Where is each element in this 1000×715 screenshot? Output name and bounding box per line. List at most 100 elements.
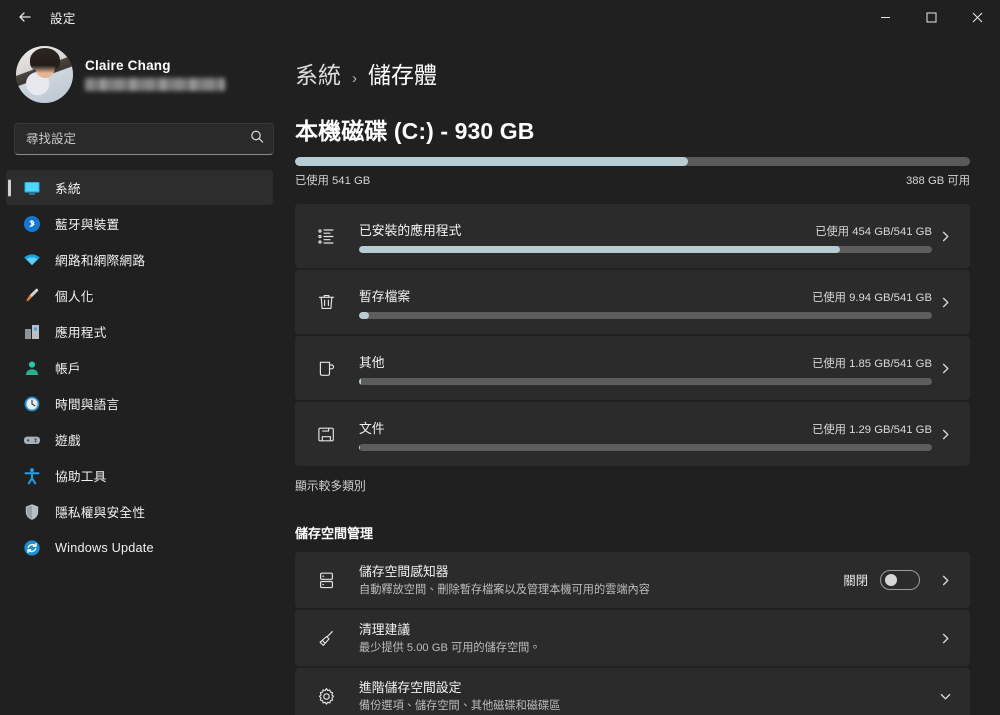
minimize-button[interactable] (862, 0, 908, 34)
sidebar-item-label: 應用程式 (55, 326, 107, 340)
storage-category-bar (359, 443, 932, 451)
monitor-icon (22, 178, 41, 197)
chevron-right-icon[interactable] (932, 574, 958, 587)
back-button[interactable] (8, 2, 42, 32)
user-profile[interactable]: Claire Chang (0, 34, 277, 111)
storage-category-documents[interactable]: 文件 已使用 1.29 GB/541 GB (295, 402, 970, 466)
storage-category-row: 暫存檔案 已使用 9.94 GB/541 GB (359, 286, 932, 305)
drive-usage-bar (295, 157, 970, 166)
storage-category-title: 文件 (359, 420, 385, 436)
search-box[interactable] (14, 123, 274, 155)
sidebar-item-windows-update[interactable]: Windows Update (6, 530, 273, 565)
sidebar-item-personalization[interactable]: 個人化 (6, 278, 273, 313)
apps-icon (22, 322, 41, 341)
storage-sense-toggle[interactable] (880, 570, 920, 590)
storage-sense-trailing: 關閉 (843, 570, 958, 590)
title-bar: 設定 (0, 0, 1000, 34)
sidebar-item-gaming[interactable]: 遊戲 (6, 422, 273, 457)
close-button[interactable] (954, 0, 1000, 34)
sidebar-item-label: 遊戲 (55, 434, 81, 448)
drive-used-label: 已使用 541 GB (295, 175, 371, 187)
storage-category-body: 已安裝的應用程式 已使用 454 GB/541 GB (359, 220, 932, 253)
storage-category-bar (359, 245, 932, 253)
advanced-storage-settings-subtitle: 備份選項、儲存空間、其他磁碟和磁碟區 (359, 700, 561, 713)
maximize-button[interactable] (908, 0, 954, 34)
sidebar-item-label: 藍牙與裝置 (55, 218, 120, 232)
breadcrumb-current: 儲存體 (368, 62, 437, 88)
advanced-storage-settings-trailing (932, 690, 958, 703)
storage-category-body: 其他 已使用 1.85 GB/541 GB (359, 352, 932, 385)
storage-category-usage: 已使用 1.29 GB/541 GB (812, 423, 932, 436)
wifi-icon (22, 250, 41, 269)
sidebar-item-label: 網路和網際網路 (55, 254, 146, 268)
storage-category-row: 文件 已使用 1.29 GB/541 GB (359, 418, 932, 437)
clock-icon (22, 394, 41, 413)
storage-category-usage: 已使用 1.85 GB/541 GB (812, 357, 932, 370)
storage-category-list: 已安裝的應用程式 已使用 454 GB/541 GB 暫存檔案 已使用 9.94… (295, 204, 970, 466)
breadcrumb-parent[interactable]: 系統 (295, 56, 341, 90)
sidebar-item-apps[interactable]: 應用程式 (6, 314, 273, 349)
drive-summary: 本機磁碟 (C:) - 930 GB 已使用 541 GB 388 GB 可用 (295, 112, 976, 188)
trash-icon (313, 292, 339, 313)
avatar-hair-shape (29, 48, 61, 74)
chevron-right-icon[interactable] (932, 632, 958, 645)
gear-icon (313, 686, 339, 707)
chevron-right-icon[interactable] (932, 230, 958, 243)
sidebar-item-network[interactable]: 網路和網際網路 (6, 242, 273, 277)
storage-sense-body: 儲存空間感知器 自動釋放空間、刪除暫存檔案以及管理本機可用的雲端內容 (359, 561, 843, 598)
gamepad-icon (22, 430, 41, 449)
chevron-right-icon[interactable] (932, 296, 958, 309)
search-container (0, 111, 277, 155)
window-title: 設定 (50, 11, 76, 26)
accessibility-icon (22, 466, 41, 485)
show-more-categories-link[interactable]: 顯示較多類別 (295, 477, 366, 494)
sidebar-item-accounts[interactable]: 帳戶 (6, 350, 273, 385)
storage-category-other[interactable]: 其他 已使用 1.85 GB/541 GB (295, 336, 970, 400)
storage-category-installed-apps[interactable]: 已安裝的應用程式 已使用 454 GB/541 GB (295, 204, 970, 268)
window-body: Claire Chang 尋找設定 系統 藍牙與裝置 網路和網際網路 個人化 應… (0, 34, 1000, 715)
profile-email-redacted (85, 78, 225, 91)
storage-category-title: 暫存檔案 (359, 288, 411, 304)
chevron-right-icon[interactable] (932, 428, 958, 441)
storage-sense-row[interactable]: 儲存空間感知器 自動釋放空間、刪除暫存檔案以及管理本機可用的雲端內容 關閉 (295, 552, 970, 608)
storage-category-temporary-files[interactable]: 暫存檔案 已使用 9.94 GB/541 GB (295, 270, 970, 334)
sidebar-item-privacy-security[interactable]: 隱私權與安全性 (6, 494, 273, 529)
avatar[interactable] (16, 46, 73, 103)
cleanup-recommendations-body: 清理建議 最少提供 5.00 GB 可用的儲存空間。 (359, 619, 932, 656)
sidebar-item-bluetooth[interactable]: 藍牙與裝置 (6, 206, 273, 241)
sidebar-item-time-language[interactable]: 時間與語言 (6, 386, 273, 421)
storage-category-usage: 已使用 454 GB/541 GB (815, 225, 932, 238)
storage-management-heading: 儲存空間管理 (295, 526, 374, 541)
drive-name: 本機磁碟 (C:) - 930 GB (295, 118, 535, 144)
storage-category-title: 已安裝的應用程式 (359, 222, 462, 238)
storage-category-row: 其他 已使用 1.85 GB/541 GB (359, 352, 932, 371)
sidebar-item-label: 個人化 (55, 290, 94, 304)
profile-name: Claire Chang (85, 58, 171, 73)
mug-icon (313, 358, 339, 379)
profile-text: Claire Chang (85, 58, 225, 91)
advanced-storage-settings-row[interactable]: 進階儲存空間設定 備份選項、儲存空間、其他磁碟和磁碟區 (295, 668, 970, 715)
storage-sense-subtitle: 自動釋放空間、刪除暫存檔案以及管理本機可用的雲端內容 (359, 584, 650, 597)
settings-window: 設定 Claire Chang 尋找設定 系統 藍牙與裝置 網路和網際網路 個人… (0, 0, 1000, 715)
broom-icon (313, 628, 339, 649)
storage-category-title: 其他 (359, 354, 385, 370)
chevron-down-icon[interactable] (932, 690, 958, 703)
cleanup-recommendations-subtitle: 最少提供 5.00 GB 可用的儲存空間。 (359, 642, 541, 655)
sidebar-item-accessibility[interactable]: 協助工具 (6, 458, 273, 493)
cleanup-recommendations-row[interactable]: 清理建議 最少提供 5.00 GB 可用的儲存空間。 (295, 610, 970, 666)
sidebar-item-label: 時間與語言 (55, 398, 120, 412)
person-icon (22, 358, 41, 377)
breadcrumb-separator: › (352, 70, 357, 87)
sidebar-item-system[interactable]: 系統 (6, 170, 273, 205)
drive-usage-legend: 已使用 541 GB 388 GB 可用 (295, 172, 970, 188)
update-icon (22, 538, 41, 557)
paintbrush-icon (22, 286, 41, 305)
sidebar-item-label: 系統 (55, 182, 81, 196)
chevron-right-icon[interactable] (932, 362, 958, 375)
storage-category-usage: 已使用 9.94 GB/541 GB (812, 291, 932, 304)
sidebar-item-label: 隱私權與安全性 (55, 506, 146, 520)
search-input[interactable] (15, 132, 273, 146)
folder-document-icon (313, 424, 339, 445)
storage-category-bar (359, 377, 932, 385)
sidebar-item-label: Windows Update (55, 540, 154, 555)
